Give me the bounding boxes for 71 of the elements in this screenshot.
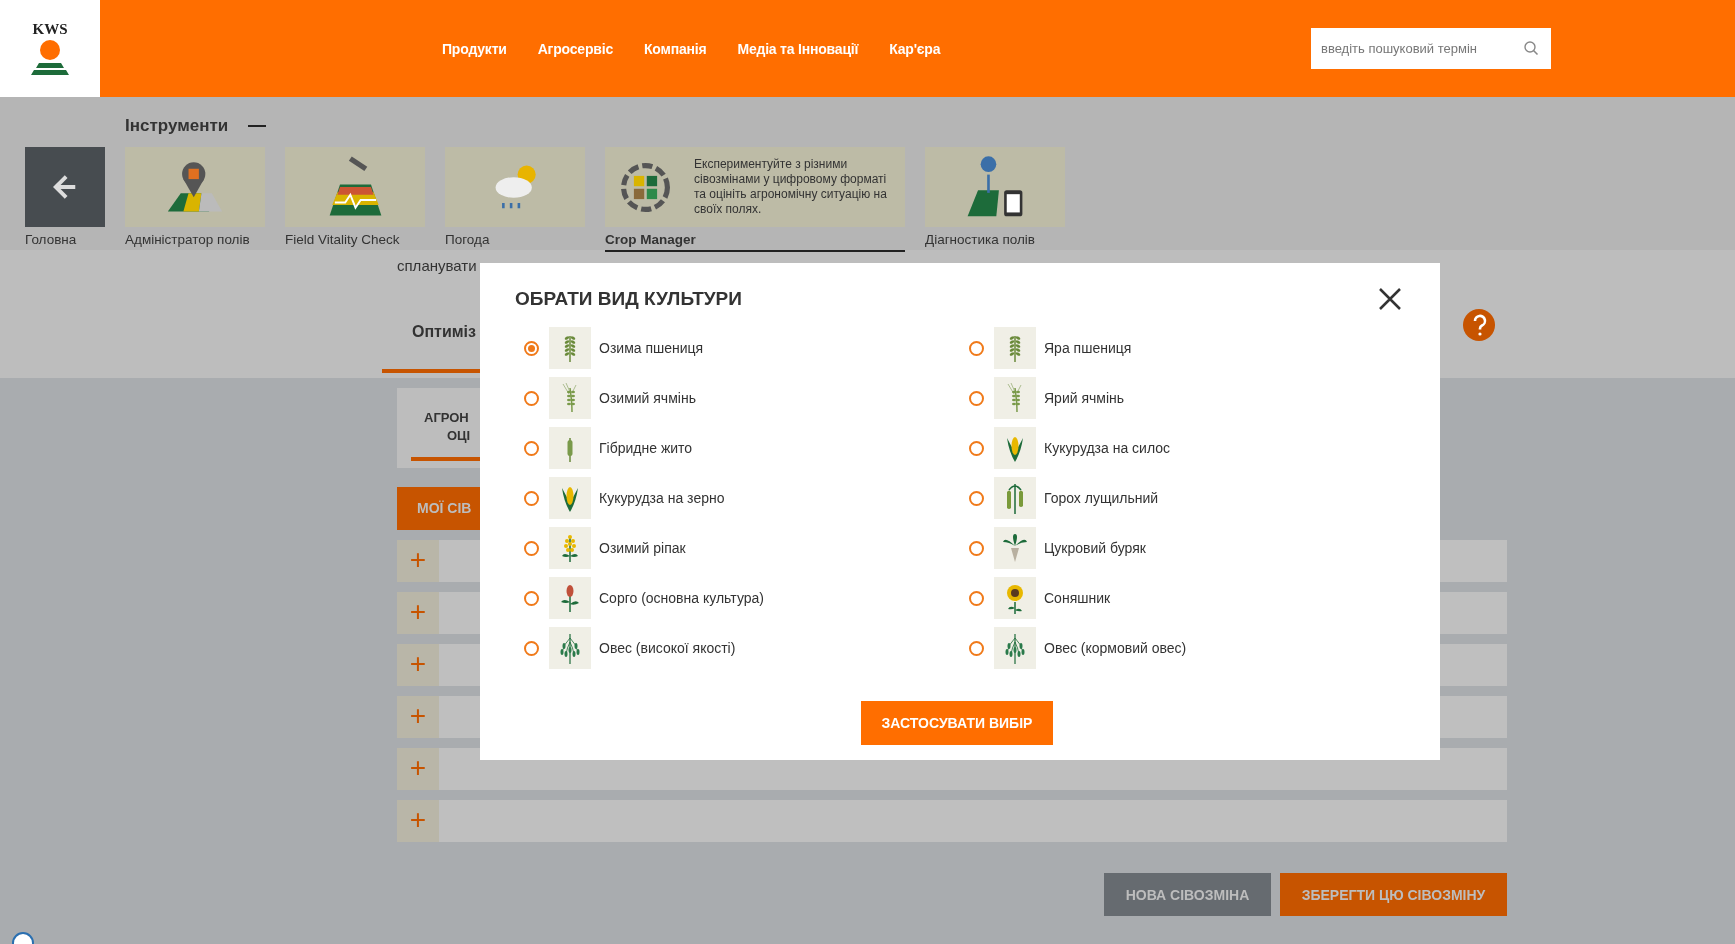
crop-label[interactable]: Озима пшениця <box>599 340 704 356</box>
radio-button[interactable] <box>524 640 539 656</box>
radio-button[interactable] <box>969 590 984 606</box>
plant-icon <box>567 437 573 463</box>
logo[interactable]: KWS <box>0 0 100 97</box>
tool-description: Експериментуйте з різними сівозмінами у цифровому форматі та оцініть агрономічну ситуацію на своїх полях. <box>694 157 888 217</box>
tool-tile[interactable]: Експериментуйте з різними сівозмінами у цифровому форматі та оцініть агрономічну ситуацію на своїх полях. <box>605 147 905 227</box>
tool-label[interactable]: Field Vitality Check <box>285 230 425 250</box>
crop-label[interactable]: Озимий ячмінь <box>599 390 696 406</box>
plant-icon <box>564 335 576 363</box>
search-icon <box>1524 41 1539 56</box>
plant-icon <box>1005 633 1025 665</box>
tool-icon <box>493 163 537 211</box>
tool-tile[interactable] <box>925 147 1065 227</box>
crop-label[interactable]: Сорго (основна культура) <box>599 590 764 606</box>
radio-button[interactable] <box>524 490 539 506</box>
card-title: АГРОН <box>424 409 470 427</box>
arrow-left-icon <box>52 174 78 200</box>
crop-label[interactable]: Овес (кормовий овес) <box>1044 640 1187 656</box>
tool-tile[interactable] <box>285 147 425 227</box>
radio-button[interactable] <box>969 640 984 656</box>
tool-tile[interactable] <box>125 147 265 227</box>
radio-button[interactable] <box>524 590 539 606</box>
dialog-title: ОБРАТИ ВИД КУЛЬТУРИ <box>515 288 742 310</box>
plant-icon <box>1003 534 1027 562</box>
tool-tile[interactable] <box>445 147 585 227</box>
crop-label[interactable]: Озимий ріпак <box>599 540 686 556</box>
section-title: Інструменти <box>125 116 229 136</box>
radio-button[interactable] <box>969 340 984 356</box>
radio-button[interactable] <box>969 390 984 406</box>
tool-icon <box>165 160 225 214</box>
search-field[interactable]: введіть пошуковий термін <box>1311 28 1551 69</box>
plant-icon <box>562 535 578 563</box>
crop-label[interactable]: Горох лущильний <box>1044 490 1159 506</box>
crop-label[interactable]: Гібридне жито <box>599 440 693 456</box>
flower-icon <box>1007 585 1023 615</box>
radio-button[interactable] <box>969 440 984 456</box>
plant-icon <box>560 633 580 665</box>
radio-button[interactable] <box>524 390 539 406</box>
crop-label[interactable]: Овес (високої якості) <box>599 640 736 656</box>
back-tile[interactable] <box>25 147 105 227</box>
tool-label[interactable]: Погода <box>445 230 585 250</box>
radio-button[interactable] <box>969 490 984 506</box>
plant-icon <box>562 487 578 512</box>
crop-label[interactable]: Цукровий буряк <box>1044 540 1146 556</box>
intro-text: спланувати <box>397 257 478 274</box>
tool-label[interactable]: Адміністратор полів <box>125 230 265 250</box>
radio-button[interactable] <box>969 540 984 556</box>
crop-label[interactable]: Ярий ячмінь <box>1044 390 1125 406</box>
crop-label[interactable]: Кукурудза на зерно <box>599 490 725 506</box>
crop-label[interactable]: Яра пшениця <box>1044 340 1132 356</box>
plant-icon <box>562 382 577 413</box>
crop-label[interactable]: Соняшник <box>1044 590 1111 606</box>
close-button[interactable] <box>1378 287 1402 311</box>
tool-icon <box>621 162 670 212</box>
close-icon <box>1378 287 1402 311</box>
radio-button[interactable] <box>524 540 539 556</box>
logo-mark-icon <box>30 40 70 76</box>
crop-label[interactable]: Кукурудза на силос <box>1044 440 1171 456</box>
help-icon[interactable] <box>1463 309 1495 341</box>
tool-icon <box>965 155 1025 219</box>
radio-button[interactable] <box>524 440 539 456</box>
plant-icon <box>1009 335 1021 363</box>
plant-icon <box>1007 382 1022 413</box>
radio-button[interactable] <box>524 340 539 356</box>
plant-icon <box>1007 437 1023 462</box>
tool-label[interactable]: Діагностика полів <box>925 230 1065 250</box>
tab-card[interactable]: АГРОН ОЦІ <box>397 388 480 468</box>
tool-label[interactable]: Головна <box>25 230 105 250</box>
plant-icon <box>561 585 579 613</box>
plant-icon <box>1007 483 1023 515</box>
